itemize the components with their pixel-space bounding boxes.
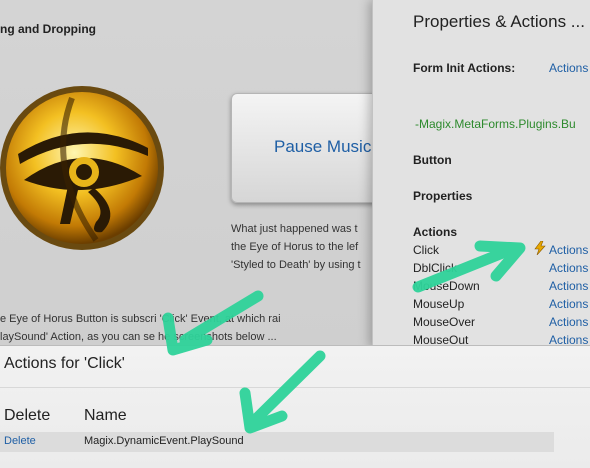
dialog-title: Actions for 'Click': [4, 355, 125, 372]
actions-dialog: Actions for 'Click' Delete Name Delete M…: [0, 345, 590, 468]
event-dblclick-label: DblClick: [413, 261, 458, 275]
paragraph-line: What just happened was t: [231, 223, 358, 235]
lightning-icon: [534, 241, 546, 255]
event-mouseover-label: MouseOver: [413, 315, 476, 329]
action-name-cell: Magix.DynamicEvent.PlaySound: [84, 435, 244, 447]
event-mouseup-actions-link[interactable]: Actions: [549, 297, 588, 311]
paragraph-line: 'Styled to Death' by using t: [231, 259, 361, 271]
properties-heading[interactable]: Properties: [413, 189, 472, 203]
column-header-delete: Delete: [4, 407, 51, 424]
event-mousedown-label: MouseDown: [413, 279, 480, 293]
properties-panel: Properties & Actions ... Form Init Actio…: [372, 0, 590, 348]
event-mouseover-actions-link[interactable]: Actions: [549, 315, 588, 329]
paragraph-line: laySound' Action, as you can se he scree…: [0, 331, 277, 343]
event-click-label: Click: [413, 243, 439, 257]
page-title: ng and Dropping: [0, 22, 96, 36]
form-init-actions-link[interactable]: Actions: [549, 61, 588, 75]
paragraph-line: e Eye of Horus Button is subscri 'Click'…: [0, 313, 281, 325]
form-init-label: Form Init Actions:: [413, 61, 516, 75]
column-header-name: Name: [84, 407, 127, 424]
event-dblclick-actions-link[interactable]: Actions: [549, 261, 588, 275]
dialog-divider: [0, 387, 590, 388]
plugin-type-label: -Magix.MetaForms.Plugins.Bu: [415, 117, 576, 131]
event-click-actions-link[interactable]: Actions: [549, 243, 588, 257]
properties-panel-title: Properties & Actions ...: [413, 12, 585, 31]
paragraph-line: the Eye of Horus to the lef: [231, 241, 359, 253]
subscription-paragraph: e Eye of Horus Button is subscri 'Click'…: [0, 310, 281, 346]
delete-action-link[interactable]: Delete: [4, 435, 36, 447]
actions-heading: Actions: [413, 225, 458, 239]
explanation-paragraph: What just happened was t the Eye of Horu…: [231, 220, 361, 274]
button-heading: Button: [413, 153, 452, 167]
background-page: ng and Dropping Pause Music What just ha…: [0, 0, 411, 348]
event-mouseup-label: MouseUp: [413, 297, 465, 311]
pause-music-label: Pause Music: [274, 137, 372, 156]
eye-of-horus-icon[interactable]: [0, 84, 166, 252]
event-mousedown-actions-link[interactable]: Actions: [549, 279, 588, 293]
